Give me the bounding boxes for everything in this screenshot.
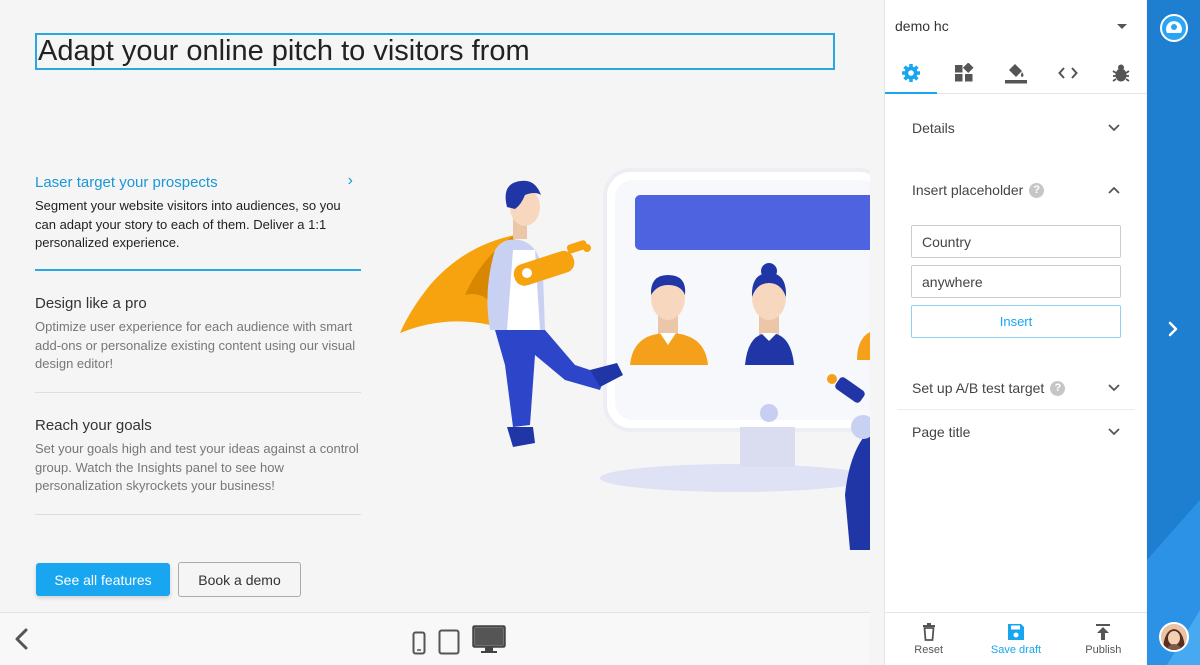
section-title: Details — [912, 120, 955, 136]
feature-item-design[interactable]: Design like a pro Optimize user experien… — [35, 295, 361, 374]
paint-bucket-icon — [1005, 63, 1028, 83]
section-title: Insert placeholder — [912, 182, 1024, 198]
widgets-icon — [954, 62, 974, 81]
section-title: Page title — [912, 424, 971, 440]
caret-down-icon — [1117, 24, 1127, 29]
feature-divider — [35, 514, 361, 515]
logo-mark-icon — [1166, 21, 1182, 33]
details-section[interactable]: Details — [897, 106, 1135, 150]
avatar-portrait — [1161, 624, 1187, 650]
chevron-up-icon — [1108, 186, 1120, 194]
feature-title: Reach your goals — [35, 417, 152, 434]
hero-illustration — [400, 168, 870, 550]
help-icon[interactable]: ? — [1050, 380, 1066, 396]
chevron-down-icon — [1108, 124, 1120, 132]
fallback-value-input[interactable] — [911, 265, 1121, 298]
panel-footer: Reset Save draft Publish — [885, 612, 1147, 665]
page-title-section[interactable]: Page title — [897, 409, 1135, 454]
mobile-device-icon[interactable] — [412, 631, 426, 655]
headline-text-editable[interactable]: Adapt your online pitch to visitors from — [35, 33, 835, 70]
tab-debug[interactable] — [1095, 52, 1147, 93]
trash-icon — [922, 622, 935, 641]
section-title: Set up A/B test target — [912, 380, 1045, 396]
reset-label: Reset — [914, 643, 944, 656]
editor-side-panel: demo hc Details Insert placeholder ? Cou… — [884, 0, 1147, 665]
preview-canvas: Adapt your online pitch to visitors from… — [0, 0, 870, 612]
save-draft-label: Save draft — [990, 643, 1042, 656]
tablet-device-icon[interactable] — [438, 629, 460, 655]
feature-item-laser-target[interactable]: Laser target your prospects Segment your… — [35, 172, 361, 253]
bottom-toolbar — [0, 612, 870, 665]
feature-text: Optimize user experience for each audien… — [35, 319, 356, 371]
desktop-device-icon[interactable] — [472, 625, 506, 655]
chevron-down-icon — [1108, 384, 1120, 392]
feature-text: Set your goals high and test your ideas … — [35, 441, 359, 493]
save-icon — [1007, 623, 1024, 640]
gear-icon — [902, 63, 921, 82]
site-selector-dropdown[interactable]: demo hc — [885, 0, 1147, 52]
code-icon — [1058, 66, 1079, 79]
placeholder-field-select[interactable] — [911, 225, 1121, 258]
site-name: demo hc — [895, 18, 949, 34]
insert-button[interactable]: Insert — [911, 305, 1121, 338]
back-arrow-icon[interactable] — [12, 625, 32, 653]
publish-upload-icon — [1096, 623, 1111, 640]
ab-test-section[interactable]: Set up A/B test target ? — [897, 366, 1135, 410]
feature-divider — [35, 269, 361, 271]
tab-widgets[interactable] — [937, 52, 989, 93]
feature-divider — [35, 392, 361, 393]
chevron-right-icon: › — [347, 172, 353, 189]
user-avatar[interactable] — [1159, 622, 1189, 652]
device-switcher — [412, 625, 506, 655]
tab-settings[interactable] — [885, 52, 938, 94]
panel-tabs — [885, 52, 1147, 94]
feature-text: Segment your website visitors into audie… — [35, 198, 341, 250]
feature-title: Laser target your prospects — [35, 174, 218, 191]
bug-icon — [1112, 64, 1130, 82]
insert-placeholder-section: Insert placeholder ? Insert — [897, 168, 1135, 348]
insert-placeholder-header[interactable]: Insert placeholder ? — [897, 168, 1135, 212]
tab-design[interactable] — [990, 52, 1042, 93]
expand-chevron-right-icon[interactable] — [1166, 318, 1180, 340]
tab-code[interactable] — [1042, 52, 1094, 93]
feature-title: Design like a pro — [35, 295, 147, 312]
help-icon[interactable]: ? — [1029, 182, 1045, 198]
save-draft-button[interactable]: Save draft — [972, 613, 1059, 665]
publish-label: Publish — [1085, 643, 1122, 656]
app-logo-icon[interactable] — [1160, 14, 1188, 42]
app-side-strip — [1147, 0, 1200, 665]
see-all-features-button[interactable]: See all features — [36, 563, 170, 596]
chevron-down-icon — [1108, 428, 1120, 436]
feature-item-goals[interactable]: Reach your goals Set your goals high and… — [35, 417, 361, 496]
reset-button[interactable]: Reset — [885, 613, 972, 665]
book-demo-button[interactable]: Book a demo — [178, 562, 301, 597]
publish-button[interactable]: Publish — [1060, 613, 1147, 665]
